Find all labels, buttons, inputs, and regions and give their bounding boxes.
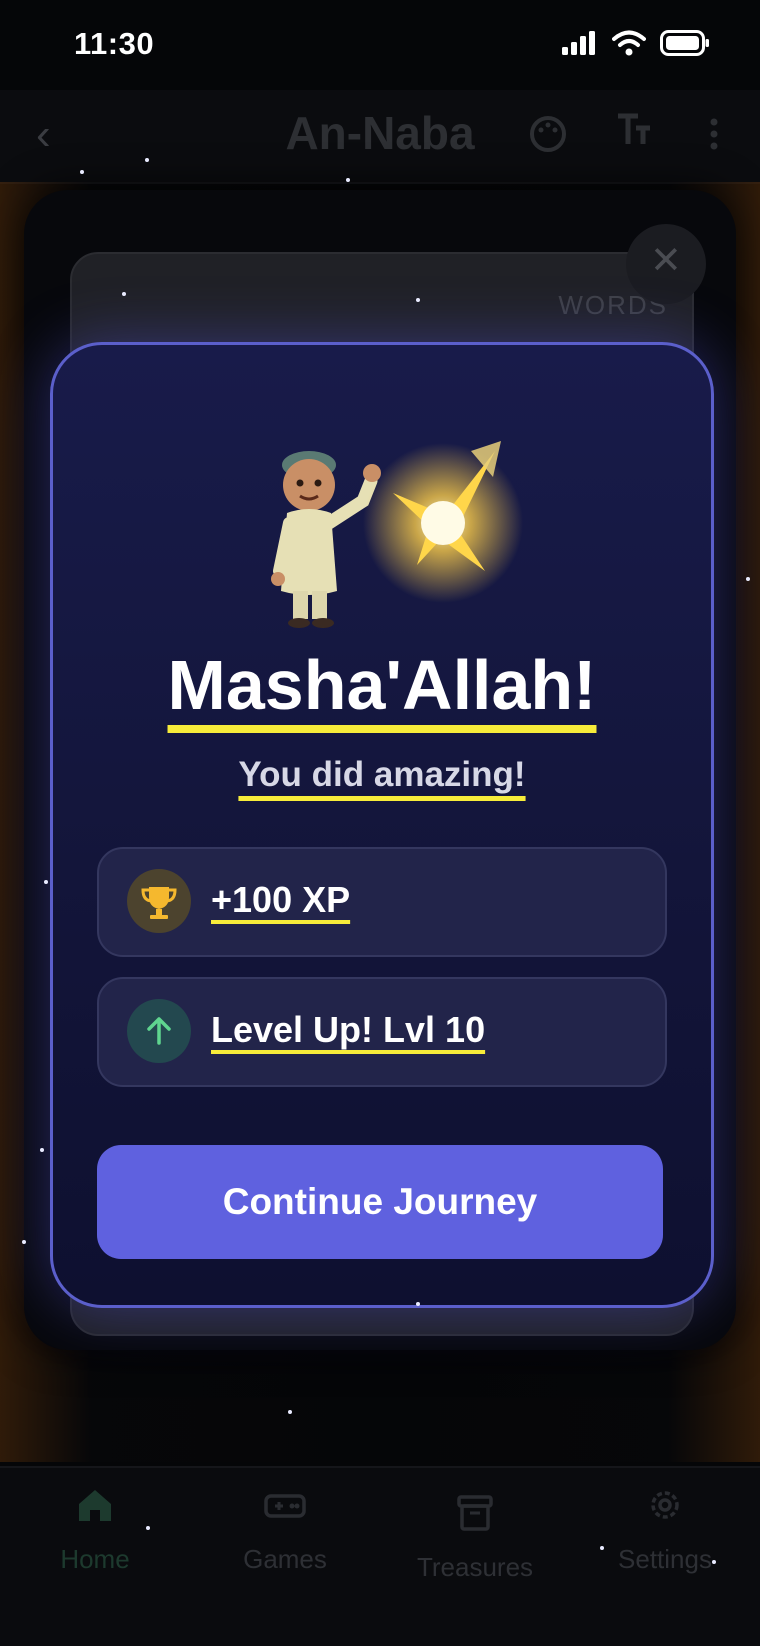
sparkle bbox=[346, 178, 350, 182]
trophy-badge bbox=[127, 869, 191, 933]
sparkle bbox=[600, 1546, 604, 1550]
sparkle bbox=[416, 1302, 420, 1306]
level-up-badge bbox=[127, 999, 191, 1063]
sparkle bbox=[288, 1410, 292, 1414]
tab-home-label: Home bbox=[60, 1544, 130, 1574]
reward-level-text: Level Up! Lvl 10 bbox=[211, 1009, 486, 1050]
status-time: 11:30 bbox=[74, 26, 155, 61]
continue-journey-button[interactable]: Continue Journey bbox=[97, 1145, 663, 1259]
arrow-up-icon bbox=[147, 1017, 171, 1045]
success-modal: Masha'Allah! You did amazing! +100 XP Le… bbox=[50, 342, 714, 1308]
sparkle bbox=[712, 1560, 716, 1564]
success-subline: You did amazing! bbox=[238, 755, 526, 794]
celebration-illustration bbox=[271, 441, 523, 628]
tab-treasures[interactable]: Treasures bbox=[380, 1492, 570, 1583]
more-vertical-icon[interactable] bbox=[708, 114, 720, 163]
sparkle bbox=[746, 577, 750, 581]
text-size-icon[interactable] bbox=[614, 110, 654, 159]
signal-icon bbox=[562, 31, 595, 55]
tab-home[interactable]: Home bbox=[0, 1484, 190, 1575]
gamepad-icon bbox=[190, 1484, 380, 1532]
sparkle bbox=[145, 158, 149, 162]
status-bar: 11:30 bbox=[0, 0, 760, 90]
sparkle bbox=[22, 1240, 26, 1244]
sparkle bbox=[146, 1526, 150, 1530]
archive-box-icon bbox=[380, 1492, 570, 1540]
close-icon[interactable]: ✕ bbox=[650, 238, 682, 283]
tab-games-label: Games bbox=[243, 1544, 327, 1574]
battery-icon bbox=[660, 30, 709, 56]
glowing-star-icon bbox=[363, 441, 523, 603]
sparkle bbox=[44, 880, 48, 884]
sparkle bbox=[80, 170, 84, 174]
palette-icon[interactable] bbox=[528, 114, 568, 163]
gear-icon bbox=[570, 1484, 760, 1532]
sparkle bbox=[122, 292, 126, 296]
tab-games[interactable]: Games bbox=[190, 1484, 380, 1575]
tab-settings-label: Settings bbox=[618, 1544, 712, 1574]
sparkle bbox=[40, 1148, 44, 1152]
wifi-icon bbox=[612, 30, 646, 56]
trophy-icon bbox=[141, 887, 177, 919]
reward-xp: +100 XP bbox=[97, 847, 667, 957]
home-icon bbox=[0, 1484, 190, 1532]
tab-settings[interactable]: Settings bbox=[570, 1484, 760, 1575]
bottom-tab-bar: Home Games Treasures Settings bbox=[0, 1466, 760, 1646]
success-headline: Masha'Allah! bbox=[167, 646, 597, 724]
reward-xp-text: +100 XP bbox=[211, 879, 351, 920]
sparkle bbox=[416, 298, 420, 302]
reward-level: Level Up! Lvl 10 bbox=[97, 977, 667, 1087]
status-icons bbox=[562, 30, 710, 56]
tab-treasures-label: Treasures bbox=[416, 1552, 534, 1582]
surah-header: ‹ An-Naba bbox=[0, 90, 760, 184]
boy-character-icon bbox=[271, 451, 381, 628]
